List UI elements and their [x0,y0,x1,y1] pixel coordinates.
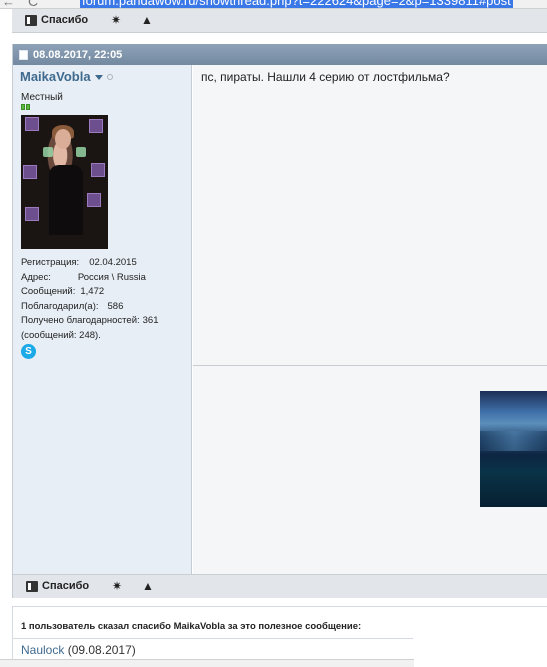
avatar-decor-tile [25,117,39,131]
thanks-label: Спасибо [42,580,90,592]
post-date: 08.08.2017, 22:05 [33,48,123,61]
avatar-decor-tile [25,207,39,221]
username-link[interactable]: MaikaVobla [20,69,91,84]
warning-icon: ▲ [141,13,153,27]
reputation-pip [21,104,25,110]
prev-reputation-button[interactable]: ✷ [111,14,121,26]
skype-icon[interactable]: S [21,344,36,359]
reload-icon[interactable]: C [28,0,38,8]
prev-report-button[interactable]: ▲ [141,14,153,26]
thanks-box: 1 пользователь сказал спасибо MaikaVobla… [12,606,547,667]
thanks-user-link[interactable]: Naulock [21,643,64,657]
addr-label: Адрес: [21,271,51,283]
addr-value: Россия \ Russia [77,271,146,283]
report-button[interactable]: ▲ [142,580,154,592]
posts-label: Сообщений: [21,286,76,297]
avatar-decor-tile [89,119,103,133]
thanks-user-list: Naulock (09.08.2017) [21,643,136,657]
prev-thanks-label: Спасибо [41,14,89,26]
thumbs-up-icon [25,14,37,26]
avatar-glow [76,147,86,157]
thanked-value: 586 [107,300,124,312]
prev-thanks-button[interactable]: Спасибо [25,14,88,26]
warning-icon: ▲ [142,579,154,593]
chevron-down-icon[interactable] [94,74,103,80]
forum-post: 08.08.2017, 22:05 MaikaVobla Местный Рег… [12,44,547,598]
reputation-button[interactable]: ✷ [112,580,122,592]
star-burst-icon: ✷ [111,13,122,27]
received-label: Получено благодарностей: [21,315,140,326]
thanked-label: Поблагодарил(а): [21,300,99,312]
username-row: MaikaVobla [20,69,113,84]
received-value: 361 [142,315,159,326]
reg-value: 02.04.2015 [89,257,137,268]
avatar-decor-tile [23,165,37,179]
avatar-decor-tile [91,163,105,177]
prev-post-action-bar: Спасибо ✷ ▲ [12,9,547,33]
signature-image[interactable] [480,391,547,507]
user-title: Местный [21,92,63,103]
reputation-pip [26,104,30,110]
user-stats: Регистрация: 02.04.2015 Адрес: Россия \ … [21,256,189,343]
post-action-bar: Спасибо ✷ ▲ [13,574,547,598]
avatar-face [55,129,71,149]
post-content: пс, пираты. Нашли 4 серию от лостфильма? [193,65,547,574]
avatar-decor-tile [87,193,101,207]
posts-value: 1,472 [80,286,105,297]
thumbs-up-icon [26,580,38,592]
avatar-body [49,165,83,235]
received-sub: (сообщений: 248). [21,329,101,341]
star-burst-icon: ✷ [112,579,123,593]
signature-divider [193,365,547,366]
offline-status-icon [106,73,113,80]
post-header: 08.08.2017, 22:05 [13,44,547,65]
user-avatar[interactable] [21,115,108,249]
post-document-icon [19,49,28,60]
thanks-button[interactable]: Спасибо [26,580,89,592]
back-arrow-icon[interactable]: ← [2,0,15,8]
reputation-bar [21,104,30,110]
user-info-panel: MaikaVobla Местный Регистрация: 02.04.20… [13,65,192,574]
avatar-glow [43,147,53,157]
thanks-divider [13,638,413,639]
thanks-user-date: (09.08.2017) [67,643,136,657]
browser-url-bar: ← C forum.pandawow.ru/showthread.php?t=2… [0,0,547,9]
reg-label: Регистрация: [21,257,80,268]
bottom-browser-strip [0,659,414,667]
thanks-title: 1 пользователь сказал спасибо MaikaVobla… [21,621,362,632]
address-bar-url[interactable]: forum.pandawow.ru/showthread.php?t=22262… [80,0,513,8]
post-message: пс, пираты. Нашли 4 серию от лостфильма? [201,70,450,84]
